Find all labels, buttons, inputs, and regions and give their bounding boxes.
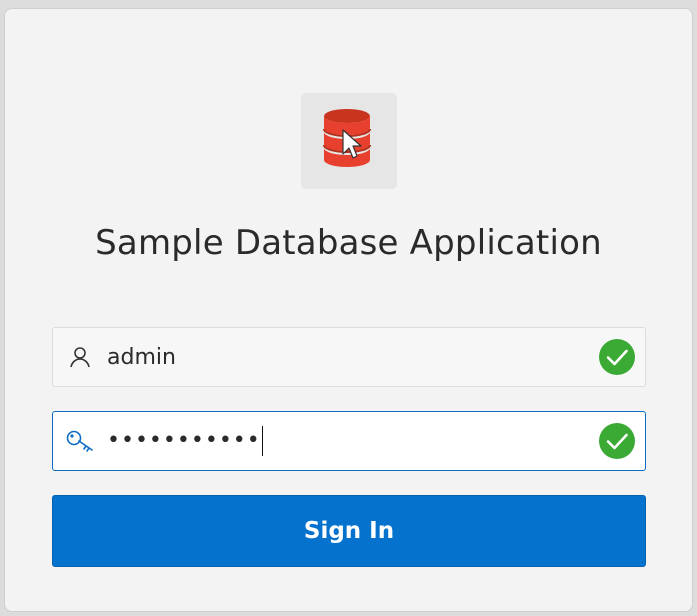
text-caret — [261, 426, 264, 456]
app-logo — [301, 93, 397, 189]
key-icon — [53, 429, 107, 453]
username-value[interactable]: admin — [107, 345, 589, 370]
database-cursor-icon — [323, 108, 375, 175]
check-circle-icon — [589, 423, 645, 459]
password-field[interactable]: ••••••••••• — [52, 411, 646, 471]
check-circle-icon — [589, 339, 645, 375]
password-masked-text: ••••••••••• — [107, 428, 261, 453]
sign-in-button[interactable]: Sign In — [52, 495, 646, 567]
app-title: Sample Database Application — [95, 223, 602, 263]
login-card: Sample Database Application admin ••••••… — [4, 8, 693, 612]
username-field[interactable]: admin — [52, 327, 646, 387]
user-icon — [53, 346, 107, 368]
password-value[interactable]: ••••••••••• — [107, 426, 589, 456]
